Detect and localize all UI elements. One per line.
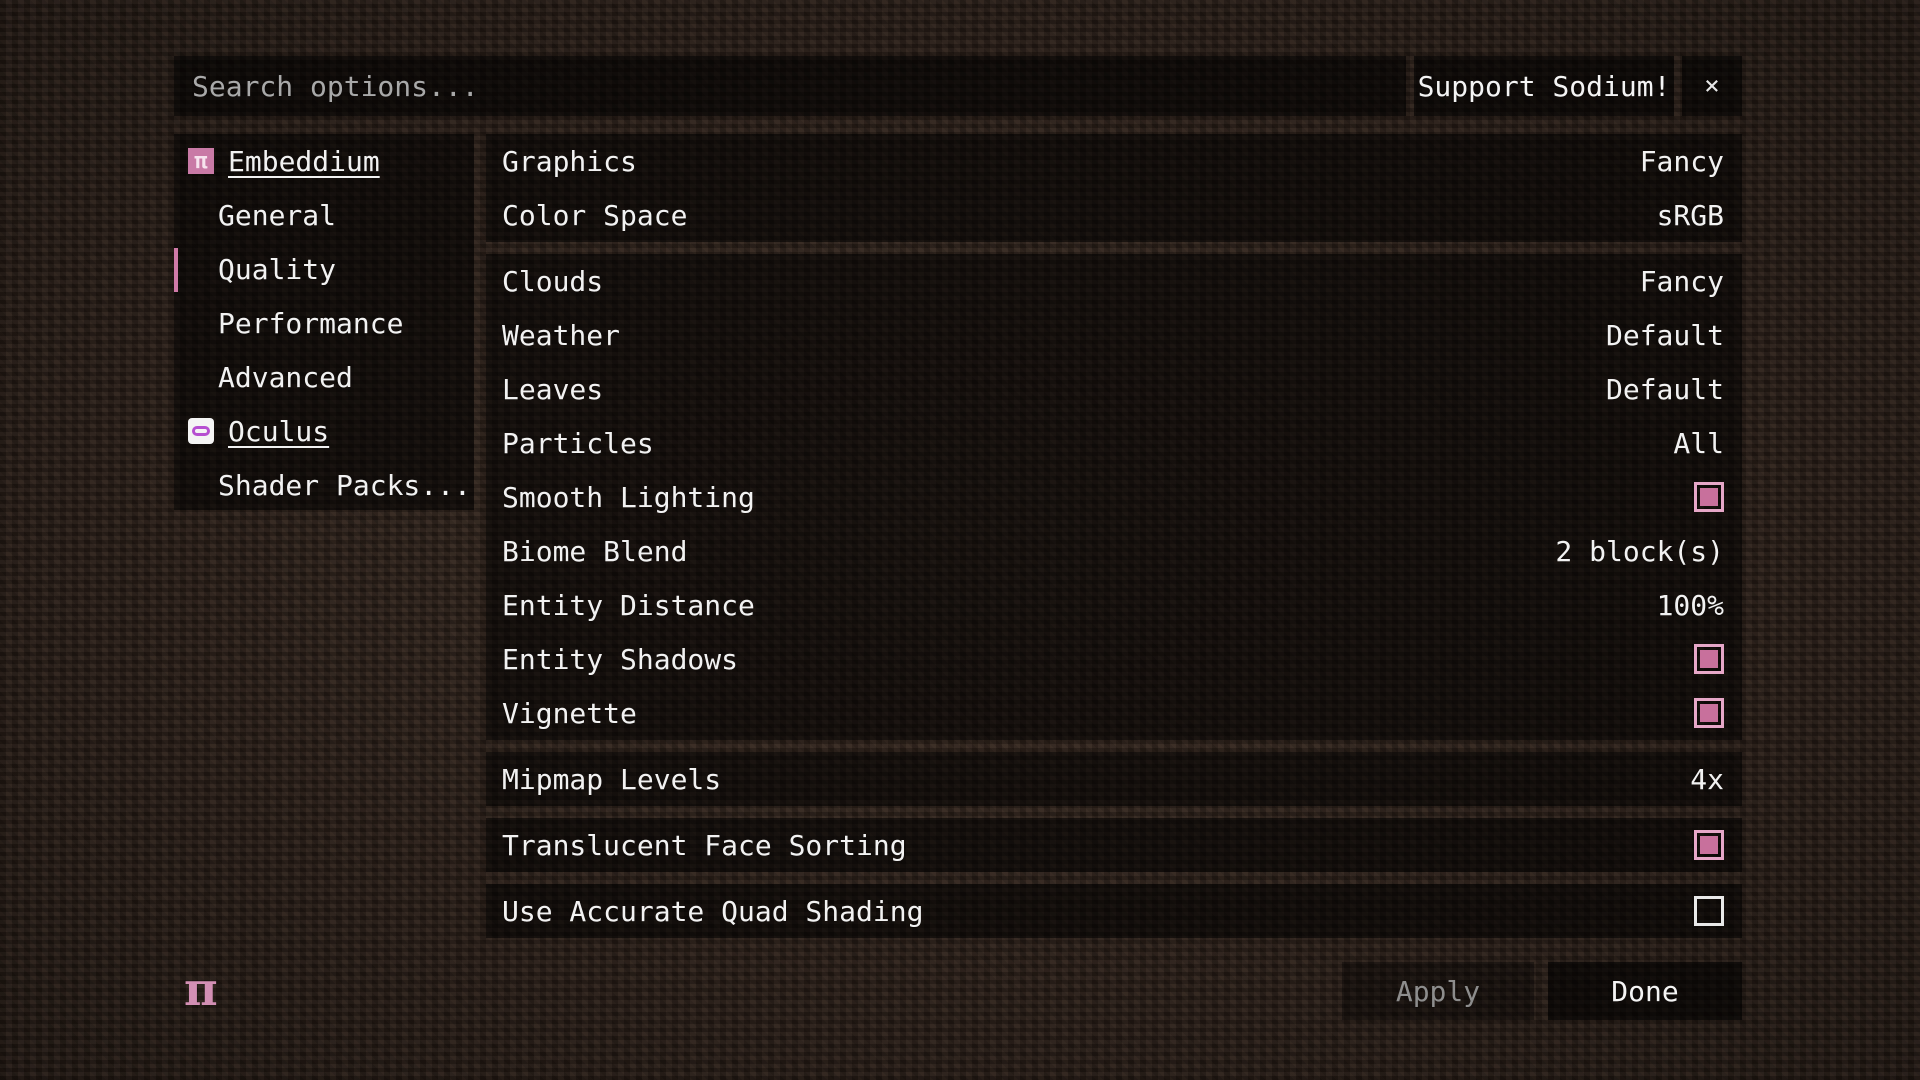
close-button[interactable]: × xyxy=(1682,56,1742,116)
option-value: Fancy xyxy=(1639,264,1724,298)
option-label: Entity Shadows xyxy=(502,642,739,676)
embeddium-pi-icon: π xyxy=(188,148,214,174)
option-graphics[interactable]: Graphics Fancy xyxy=(486,134,1742,188)
option-label: Color Space xyxy=(502,198,688,232)
option-accurate-quad-shading[interactable]: Use Accurate Quad Shading xyxy=(486,884,1742,938)
sidebar-item-performance[interactable]: Performance xyxy=(174,296,474,350)
option-leaves[interactable]: Leaves Default xyxy=(486,362,1742,416)
option-value: Fancy xyxy=(1639,144,1724,178)
option-translucent-face-sorting[interactable]: Translucent Face Sorting xyxy=(486,818,1742,872)
option-weather[interactable]: Weather Default xyxy=(486,308,1742,362)
option-label: Clouds xyxy=(502,264,604,298)
sidebar-mod-embeddium[interactable]: π Embeddium xyxy=(174,134,474,188)
option-label: Mipmap Levels xyxy=(502,762,722,796)
option-value: Default xyxy=(1605,318,1724,352)
option-label: Use Accurate Quad Shading xyxy=(502,894,924,928)
option-value: Default xyxy=(1605,372,1724,406)
sidebar-mod-oculus[interactable]: Oculus xyxy=(174,404,474,458)
option-group-mipmap: Mipmap Levels 4x xyxy=(486,752,1742,806)
option-label: Entity Distance xyxy=(502,588,755,622)
sidebar: π Embeddium General Quality Performance … xyxy=(174,134,474,510)
option-entity-shadows[interactable]: Entity Shadows xyxy=(486,632,1742,686)
vignette-checkbox[interactable] xyxy=(1694,698,1724,728)
sidebar-item-label: Shader Packs... xyxy=(218,468,471,502)
option-label: Translucent Face Sorting xyxy=(502,828,907,862)
support-sodium-button[interactable]: Support Sodium! xyxy=(1414,56,1674,116)
option-label: Leaves xyxy=(502,372,604,406)
option-value: 2 block(s) xyxy=(1555,534,1724,568)
entity-shadows-checkbox[interactable] xyxy=(1694,644,1724,674)
option-clouds[interactable]: Clouds Fancy xyxy=(486,254,1742,308)
option-value: 4x xyxy=(1690,762,1724,796)
option-mipmap-levels[interactable]: Mipmap Levels 4x xyxy=(486,752,1742,806)
sidebar-item-quality[interactable]: Quality xyxy=(174,242,474,296)
option-value: sRGB xyxy=(1656,198,1724,232)
option-label: Vignette xyxy=(502,696,637,730)
option-label: Biome Blend xyxy=(502,534,688,568)
oculus-eye-icon xyxy=(188,418,214,444)
option-value: All xyxy=(1673,426,1724,460)
translucent-face-sorting-checkbox[interactable] xyxy=(1694,830,1724,860)
sidebar-item-label: Performance xyxy=(218,306,404,340)
search-input[interactable] xyxy=(192,69,1406,103)
apply-button[interactable]: Apply xyxy=(1342,962,1534,1020)
done-button[interactable]: Done xyxy=(1548,962,1742,1020)
sidebar-item-advanced[interactable]: Advanced xyxy=(174,350,474,404)
sidebar-item-general[interactable]: General xyxy=(174,188,474,242)
smooth-lighting-checkbox[interactable] xyxy=(1694,482,1724,512)
option-group-shading: Use Accurate Quad Shading xyxy=(486,884,1742,938)
sidebar-item-label: Oculus xyxy=(228,414,330,448)
option-value: 100% xyxy=(1656,588,1724,622)
sidebar-item-label: Quality xyxy=(218,252,337,286)
option-group-details: Clouds Fancy Weather Default Leaves Defa… xyxy=(486,254,1742,740)
option-vignette[interactable]: Vignette xyxy=(486,686,1742,740)
sidebar-item-shader-packs[interactable]: Shader Packs... xyxy=(174,458,474,512)
embeddium-logo: π xyxy=(184,962,218,1016)
sidebar-item-label: Advanced xyxy=(218,360,353,394)
option-label: Particles xyxy=(502,426,654,460)
sidebar-item-label: General xyxy=(218,198,337,232)
option-group-rendering: Graphics Fancy Color Space sRGB xyxy=(486,134,1742,242)
option-biome-blend[interactable]: Biome Blend 2 block(s) xyxy=(486,524,1742,578)
option-particles[interactable]: Particles All xyxy=(486,416,1742,470)
option-entity-distance[interactable]: Entity Distance 100% xyxy=(486,578,1742,632)
option-color-space[interactable]: Color Space sRGB xyxy=(486,188,1742,242)
option-label: Smooth Lighting xyxy=(502,480,755,514)
option-group-sorting: Translucent Face Sorting xyxy=(486,818,1742,872)
option-label: Graphics xyxy=(502,144,637,178)
option-label: Weather xyxy=(502,318,621,352)
search-bar[interactable] xyxy=(174,56,1406,116)
sidebar-item-label: Embeddium xyxy=(228,144,380,178)
accurate-quad-shading-checkbox[interactable] xyxy=(1694,896,1724,926)
option-smooth-lighting[interactable]: Smooth Lighting xyxy=(486,470,1742,524)
